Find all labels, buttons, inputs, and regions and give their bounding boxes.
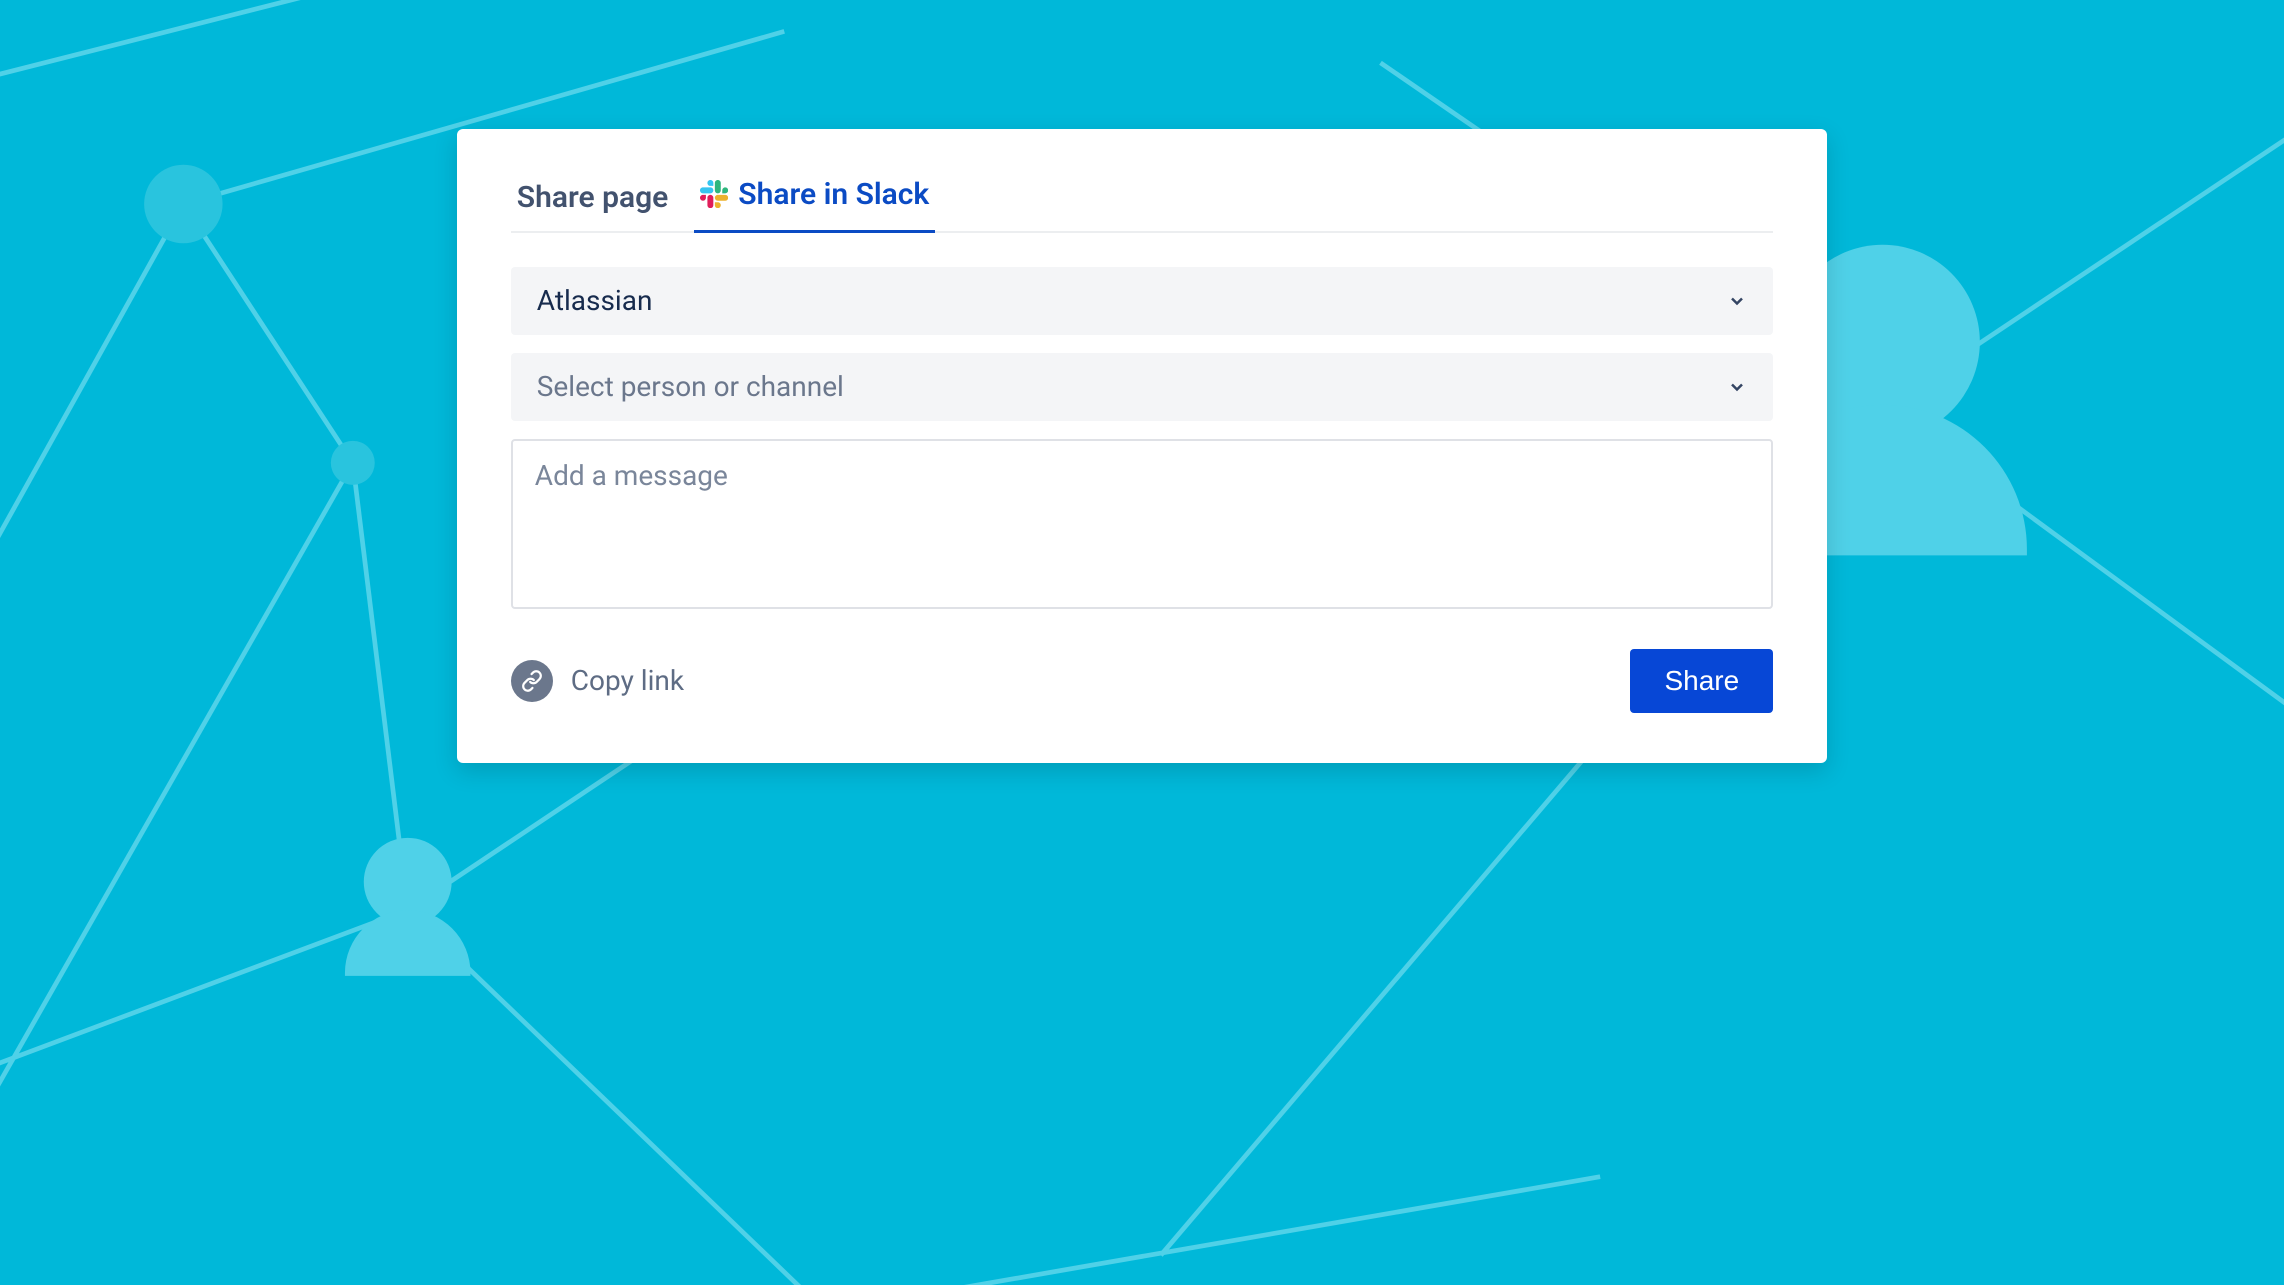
copy-link-button[interactable]: Copy link [511, 660, 684, 702]
tab-share-in-slack[interactable]: Share in Slack [694, 177, 935, 233]
tab-share-page-label: Share page [517, 180, 668, 215]
message-input[interactable] [511, 439, 1773, 609]
chevron-down-icon [1727, 377, 1747, 397]
share-button-label: Share [1664, 665, 1739, 696]
share-dialog: Share page Share in Slack Atlassian Sele… [457, 129, 1827, 763]
chevron-down-icon [1727, 291, 1747, 311]
share-button[interactable]: Share [1630, 649, 1773, 713]
tab-share-in-slack-label: Share in Slack [738, 177, 929, 212]
tab-share-page[interactable]: Share page [511, 180, 674, 233]
recipient-select-placeholder: Select person or channel [537, 370, 844, 403]
share-tabs: Share page Share in Slack [511, 175, 1773, 233]
dialog-footer: Copy link Share [511, 649, 1773, 713]
slack-icon [700, 180, 728, 208]
link-icon [511, 660, 553, 702]
workspace-select-value: Atlassian [537, 284, 653, 317]
copy-link-label: Copy link [571, 664, 684, 697]
recipient-select[interactable]: Select person or channel [511, 353, 1773, 421]
workspace-select[interactable]: Atlassian [511, 267, 1773, 335]
